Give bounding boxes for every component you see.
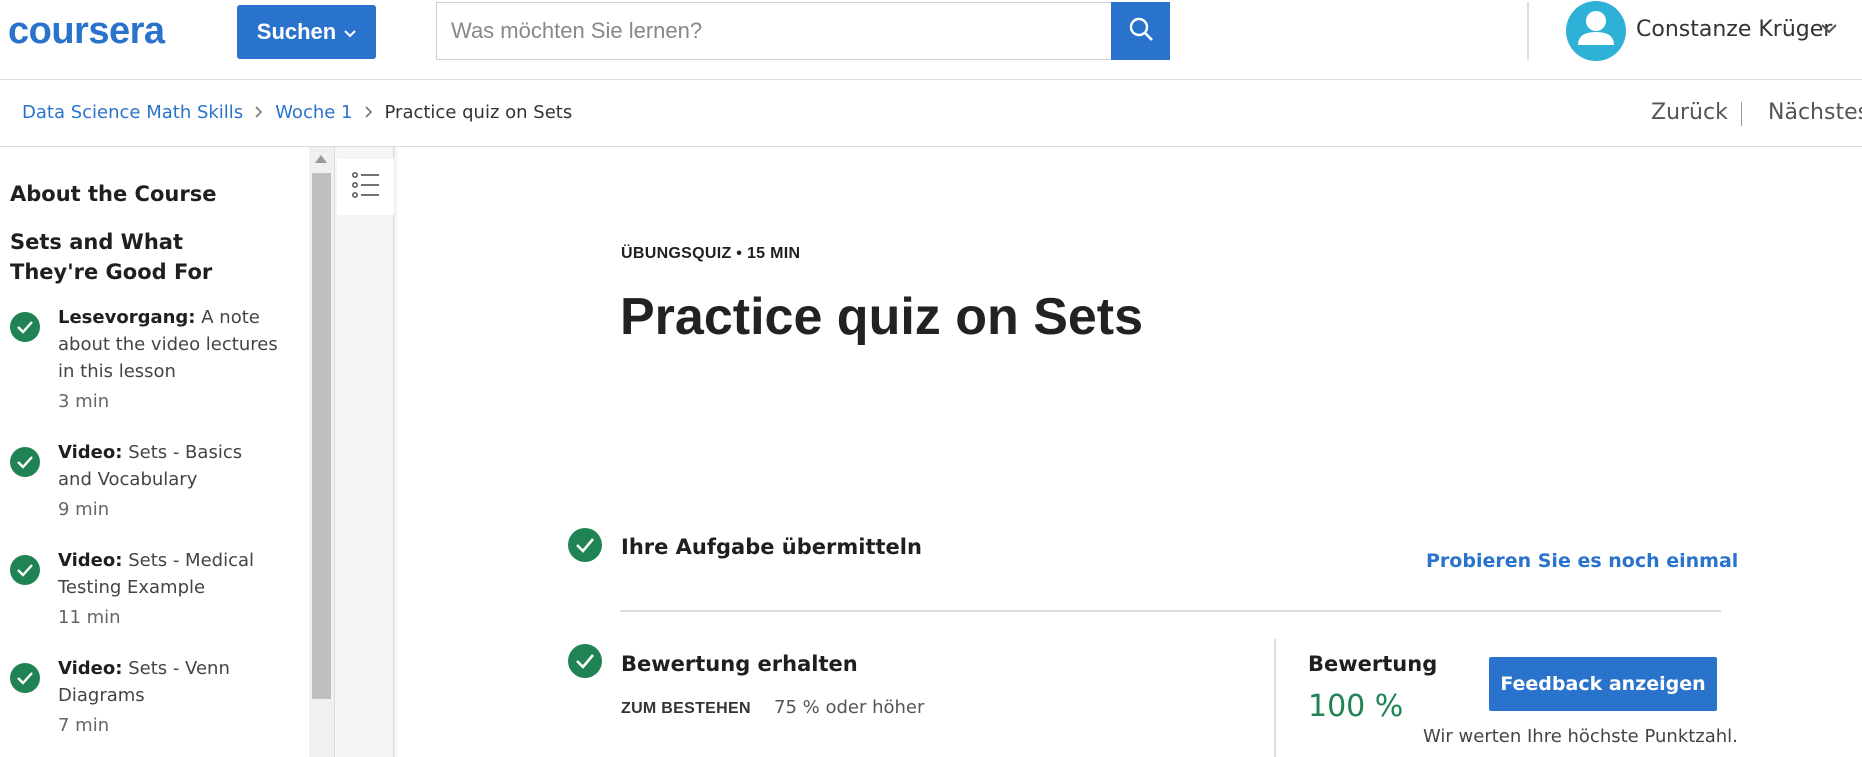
outline-toggle-button[interactable] [337,159,394,215]
search-icon [1128,16,1154,47]
pass-threshold-label: ZUM BESTEHEN [621,700,751,717]
search-input[interactable] [436,2,1111,60]
nav-divider [1741,102,1742,126]
receive-grade-title: Bewertung erhalten [621,652,858,676]
breadcrumb-current: Practice quiz on Sets [384,102,573,123]
sidebar-scrollbar[interactable] [309,147,334,757]
view-feedback-button[interactable]: Feedback anzeigen [1489,657,1717,711]
item-type-label: Video: [58,658,123,679]
grade-complete-check-icon [568,644,602,678]
completed-check-icon [10,555,40,585]
pass-threshold-value: 75 % oder höher [774,697,925,718]
page-title: Practice quiz on Sets [620,288,1144,346]
grade-label: Bewertung [1308,652,1438,676]
breadcrumb-bar: Data Science Math Skills Woche 1 Practic… [0,80,1862,147]
sidebar-item-video-medical[interactable]: Video: Sets - Medical Testing Example 11… [10,550,280,643]
breadcrumb: Data Science Math Skills Woche 1 Practic… [22,102,572,123]
browse-menu-button[interactable]: Suchen [237,5,376,59]
highest-score-note: Wir werten Ihre höchste Punktzahl. [1423,726,1738,747]
item-duration: 11 min [58,607,121,628]
main-content: ÜBUNGSQUIZ • 15 MIN Practice quiz on Set… [398,147,1862,757]
sidebar-item-video-basics[interactable]: Video: Sets - Basics and Vocabulary 9 mi… [10,442,280,535]
sidebar-item-reading-note[interactable]: Lesevorgang: A note about the video lect… [10,307,280,430]
completed-check-icon [10,312,40,342]
header-divider [1527,2,1529,60]
chevron-right-icon [364,103,373,122]
item-type-label: Video: [58,550,123,571]
completed-check-icon [10,447,40,477]
item-duration: 3 min [58,391,110,412]
previous-item-button[interactable]: Zurück [1651,100,1728,125]
user-menu-chevron-icon[interactable] [1820,22,1838,40]
submit-complete-check-icon [568,528,602,562]
section-divider [620,610,1721,612]
item-duration: 9 min [58,499,110,520]
item-duration: 7 min [58,715,110,736]
coursera-logo[interactable]: coursera [8,10,165,53]
scrollbar-thumb[interactable] [312,173,331,699]
chevron-right-icon [255,103,263,122]
item-type-label: Lesevorgang: [58,307,196,328]
item-eyebrow: ÜBUNGSQUIZ • 15 MIN [621,245,801,262]
retry-link[interactable]: Probieren Sie es noch einmal [1426,550,1738,572]
breadcrumb-week-link[interactable]: Woche 1 [275,102,352,123]
course-outline-sidebar: About the Course Sets and What They're G… [0,147,309,757]
top-header: coursera Suchen Constanze Krüger [0,0,1862,80]
next-item-button[interactable]: Nächstes [1768,100,1862,125]
list-icon [351,171,380,203]
user-icon [1566,1,1626,61]
sidebar-section-sets[interactable]: Sets and What They're Good For [10,227,270,287]
browse-menu-label: Suchen [256,19,337,44]
chevron-down-icon [344,25,356,41]
sidebar-section-about[interactable]: About the Course [10,179,216,209]
item-type-label: Video: [58,442,123,463]
avatar[interactable] [1566,1,1626,61]
grade-divider [1274,639,1276,757]
completed-check-icon [10,663,40,693]
scroll-up-arrow-icon[interactable] [315,155,327,163]
user-name[interactable]: Constanze Krüger [1636,17,1832,42]
grade-value: 100 % [1308,689,1404,724]
search-submit-button[interactable] [1111,2,1170,60]
outline-toggle-rail [334,147,394,757]
breadcrumb-course-link[interactable]: Data Science Math Skills [22,102,243,123]
submit-assignment-title: Ihre Aufgabe übermitteln [621,535,922,559]
sidebar-item-video-venn[interactable]: Video: Sets - Venn Diagrams 7 min [10,658,280,751]
